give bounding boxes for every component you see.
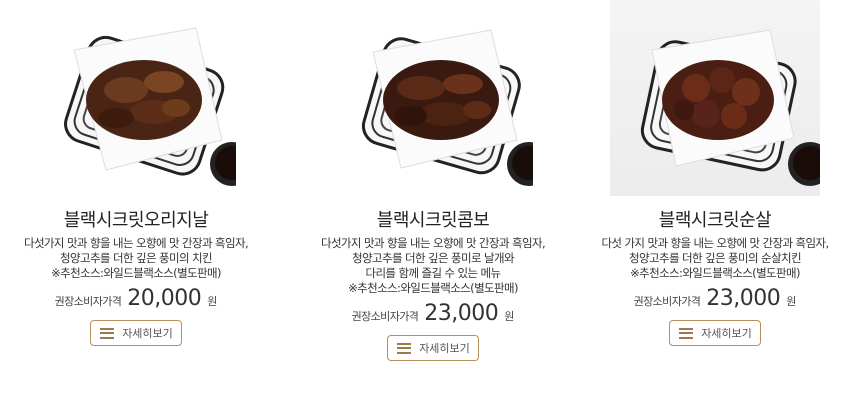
price-value: 23,000 — [424, 301, 499, 326]
price-label: 권장소비자가격 — [54, 295, 122, 308]
product-description: 다섯가지 맛과 향을 내는 오향에 맛 간장과 흑임자, 청양고추를 더한 깊은… — [293, 236, 573, 296]
product-card-boneless: 블랙시크릿순살 다섯 가지 맛과 향을 내는 오향에 맛 간장과 흑임자, 청양… — [575, 0, 855, 346]
description-line: ※추천소스:와일드블랙소스(별도판매) — [51, 266, 221, 280]
price-line: 권장소비자가격 20,000 원 — [0, 286, 276, 311]
description-line: 다섯가지 맛과 향을 내는 오향에 맛 간장과 흑임자, — [320, 236, 546, 250]
price-label: 권장소비자가격 — [633, 295, 701, 308]
description-line: ※추천소스:와일드블랙소스(별도판매) — [630, 266, 800, 280]
price-value: 23,000 — [706, 286, 781, 311]
product-name[interactable]: 블랙시크릿순살 — [575, 206, 855, 232]
description-line: 청양고추를 더한 깊은 풍미의 순살치킨 — [629, 251, 802, 265]
detail-button[interactable]: 자세히보기 — [90, 320, 182, 346]
product-description: 다섯가지 맛과 향을 내는 오향에 맛 간장과 흑임자, 청양고추를 더한 깊은… — [0, 236, 276, 281]
currency-unit: 원 — [786, 295, 797, 308]
description-line: 청양고추를 더한 깊은 풍미로 날개와 — [352, 251, 515, 265]
product-card-combo: 블랙시크릿콤보 다섯가지 맛과 향을 내는 오향에 맛 간장과 흑임자, 청양고… — [293, 0, 573, 361]
price-value: 20,000 — [127, 286, 202, 311]
price-line: 권장소비자가격 23,000 원 — [293, 301, 573, 326]
currency-unit: 원 — [504, 310, 515, 323]
chicken-basket-illustration — [64, 27, 236, 186]
price-line: 권장소비자가격 23,000 원 — [575, 286, 855, 311]
product-image-combo[interactable] — [333, 0, 533, 196]
hamburger-menu-icon — [100, 327, 115, 339]
description-line: ※추천소스:와일드블랙소스(별도판매) — [348, 281, 518, 295]
detail-button-label: 자세히보기 — [701, 327, 752, 340]
detail-button[interactable]: 자세히보기 — [669, 320, 761, 346]
description-line: 청양고추를 더한 깊은 풍미의 치킨 — [60, 251, 213, 265]
product-description: 다섯 가지 맛과 향을 내는 오향에 맛 간장과 흑임자, 청양고추를 더한 깊… — [575, 236, 855, 281]
product-list: 블랙시크릿오리지날 다섯가지 맛과 향을 내는 오향에 맛 간장과 흑임자, 청… — [0, 0, 866, 419]
product-image-original[interactable] — [36, 0, 236, 196]
hamburger-menu-icon — [679, 327, 694, 339]
hamburger-menu-icon — [397, 342, 412, 354]
price-label: 권장소비자가격 — [351, 310, 419, 323]
chicken-basket-illustration — [640, 29, 820, 186]
description-line: 다섯가지 맛과 향을 내는 오향에 맛 간장과 흑임자, — [23, 236, 249, 250]
detail-button-label: 자세히보기 — [122, 327, 173, 340]
product-image-boneless[interactable] — [610, 0, 820, 196]
currency-unit: 원 — [207, 295, 218, 308]
product-card-original: 블랙시크릿오리지날 다섯가지 맛과 향을 내는 오향에 맛 간장과 흑임자, 청… — [0, 0, 276, 346]
chicken-basket-illustration — [361, 29, 533, 186]
description-line: 다리를 함께 즐길 수 있는 메뉴 — [365, 266, 501, 280]
product-name[interactable]: 블랙시크릿오리지날 — [0, 206, 276, 232]
description-line: 다섯 가지 맛과 향을 내는 오향에 맛 간장과 흑임자, — [601, 236, 829, 250]
product-name[interactable]: 블랙시크릿콤보 — [293, 206, 573, 232]
detail-button-label: 자세히보기 — [419, 342, 470, 355]
detail-button[interactable]: 자세히보기 — [387, 335, 479, 361]
